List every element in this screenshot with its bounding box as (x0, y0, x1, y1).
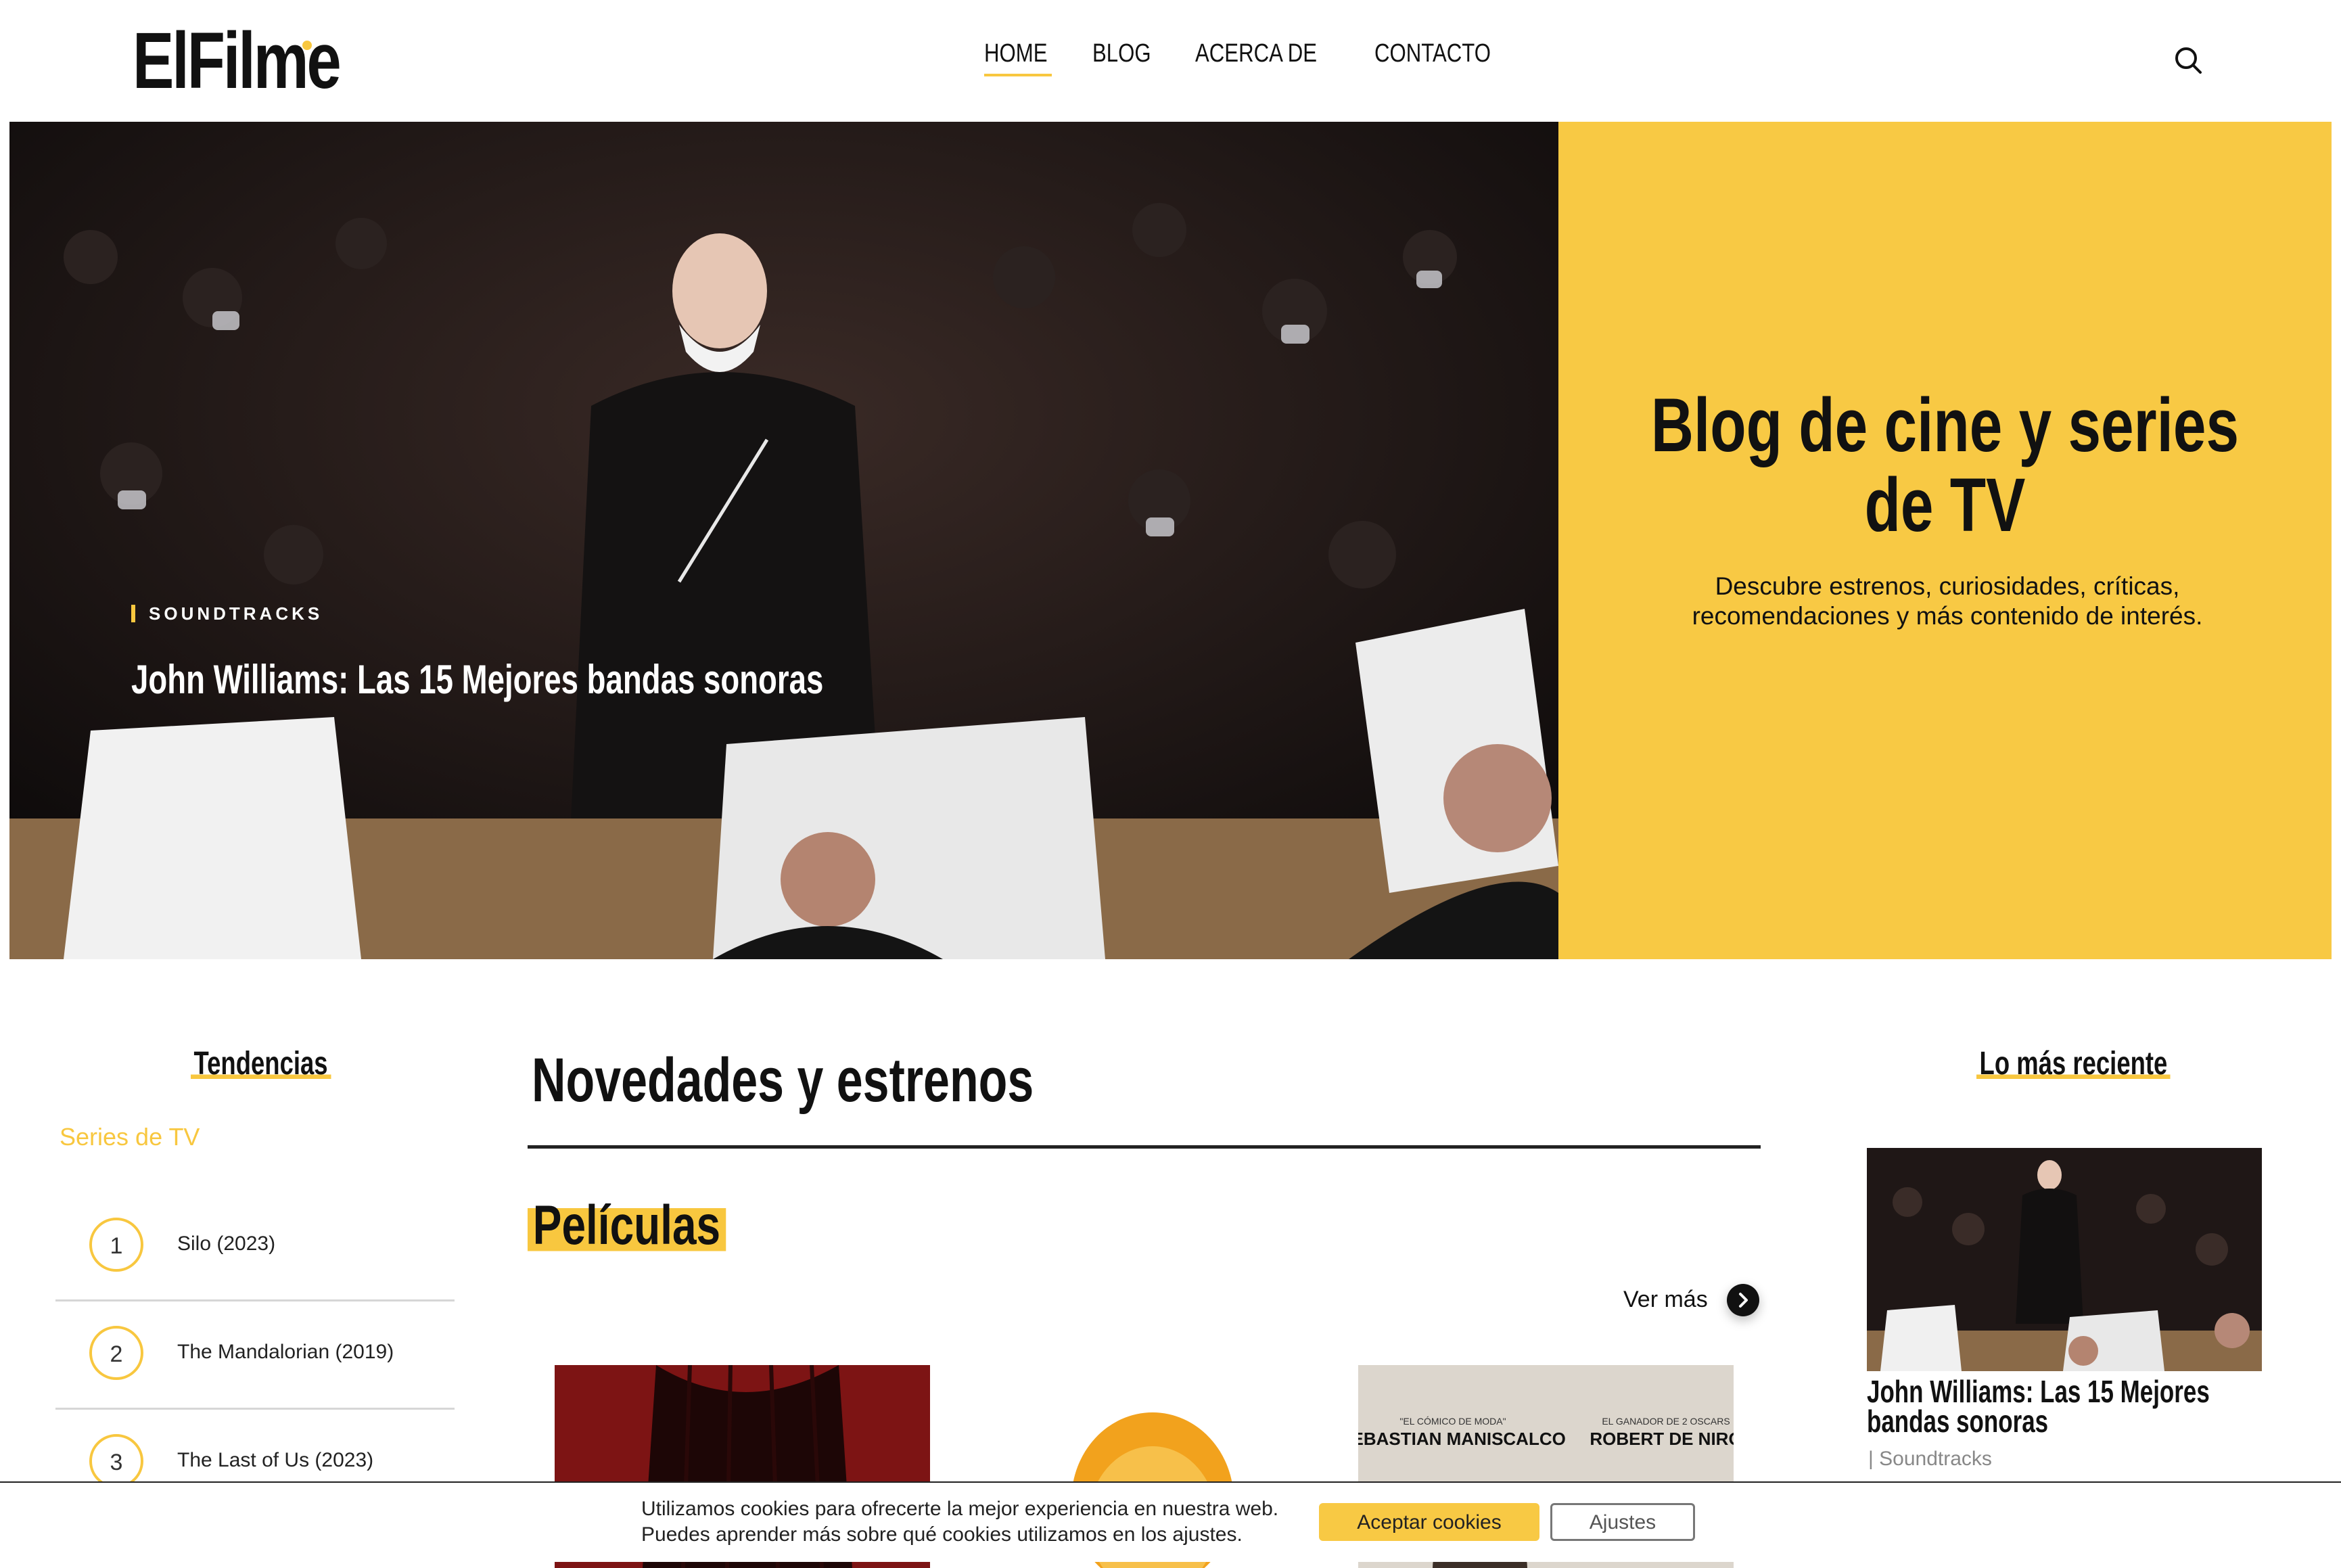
nav-contacto[interactable]: CONTACTO (1374, 39, 1491, 68)
poster-credit-tag: "EL CÓMICO DE MODA" (1399, 1416, 1506, 1427)
list-item[interactable]: 2 The Mandalorian (2019) (55, 1301, 455, 1410)
cookie-message: Utilizamos cookies para ofrecerte la mej… (641, 1496, 1278, 1548)
arrow-right-icon[interactable] (1727, 1284, 1759, 1316)
recent-post-category[interactable]: | Soundtracks (1868, 1448, 1992, 1471)
cookie-line: Puedes aprender más sobre qué cookies ut… (641, 1523, 1243, 1546)
cookie-banner: Utilizamos cookies para ofrecerte la mej… (0, 1481, 2341, 1562)
cookie-line: Utilizamos cookies para ofrecerte la mej… (641, 1498, 1279, 1520)
trend-title[interactable]: Silo (2023) (177, 1232, 275, 1255)
hero-category[interactable]: SOUNDTRACKS (131, 605, 323, 622)
logo-dot (302, 41, 312, 50)
section-title: Películas (528, 1194, 726, 1258)
main-nav: HOME BLOG ACERCA DE CONTACTO (984, 39, 1548, 76)
tendencias-heading: Tendencias (191, 1045, 331, 1082)
cookie-settings-button[interactable]: Ajustes (1550, 1503, 1695, 1541)
recent-post-title[interactable]: John Williams: Las 15 Mejores bandas son… (1867, 1376, 2227, 1437)
site-header: ElFilme HOME BLOG ACERCA DE CONTACTO (0, 0, 2341, 122)
nav-home[interactable]: HOME (984, 39, 1052, 76)
recent-heading: Lo más reciente (1976, 1045, 2171, 1082)
search-icon[interactable] (2174, 46, 2202, 74)
ver-mas-link[interactable]: Ver más (1623, 1287, 1708, 1313)
rank-number: 3 (89, 1434, 143, 1488)
poster-credit-tag: EL GANADOR DE 2 OSCARS (1602, 1416, 1730, 1427)
site-logo[interactable]: ElFilme (133, 20, 342, 101)
divider (528, 1145, 1761, 1149)
main-heading: Novedades y estrenos (532, 1046, 1034, 1115)
recent-post-image[interactable] (1867, 1148, 2262, 1371)
hero-photo (9, 122, 1558, 959)
accept-cookies-button[interactable]: Aceptar cookies (1319, 1503, 1539, 1541)
panel-title: Blog de cine y series de TV (1650, 383, 2240, 547)
hero-panel: Blog de cine y series de TV Descubre est… (1558, 122, 2332, 959)
rank-number: 2 (89, 1326, 143, 1380)
trend-title[interactable]: The Mandalorian (2019) (177, 1341, 394, 1364)
hero-title[interactable]: John Williams: Las 15 Mejores bandas son… (131, 656, 823, 703)
panel-subtitle: Descubre estrenos, curiosidades, crítica… (1692, 572, 2203, 630)
nav-blog[interactable]: BLOG (1092, 39, 1151, 68)
rank-number: 1 (89, 1218, 143, 1272)
recent-photo (1867, 1148, 2262, 1371)
series-category-label[interactable]: Series de TV (60, 1123, 200, 1151)
poster-credit-name: ROBERT DE NIRO (1590, 1429, 1734, 1449)
trend-title[interactable]: The Last of Us (2023) (177, 1449, 373, 1472)
poster-credit-name: SEBASTIAN MANISCALCO (1358, 1429, 1566, 1449)
nav-acerca-de[interactable]: ACERCA DE (1195, 39, 1317, 68)
hero-slider[interactable]: SOUNDTRACKS John Williams: Las 15 Mejore… (9, 122, 1558, 959)
list-item[interactable]: 1 Silo (2023) (55, 1193, 455, 1301)
